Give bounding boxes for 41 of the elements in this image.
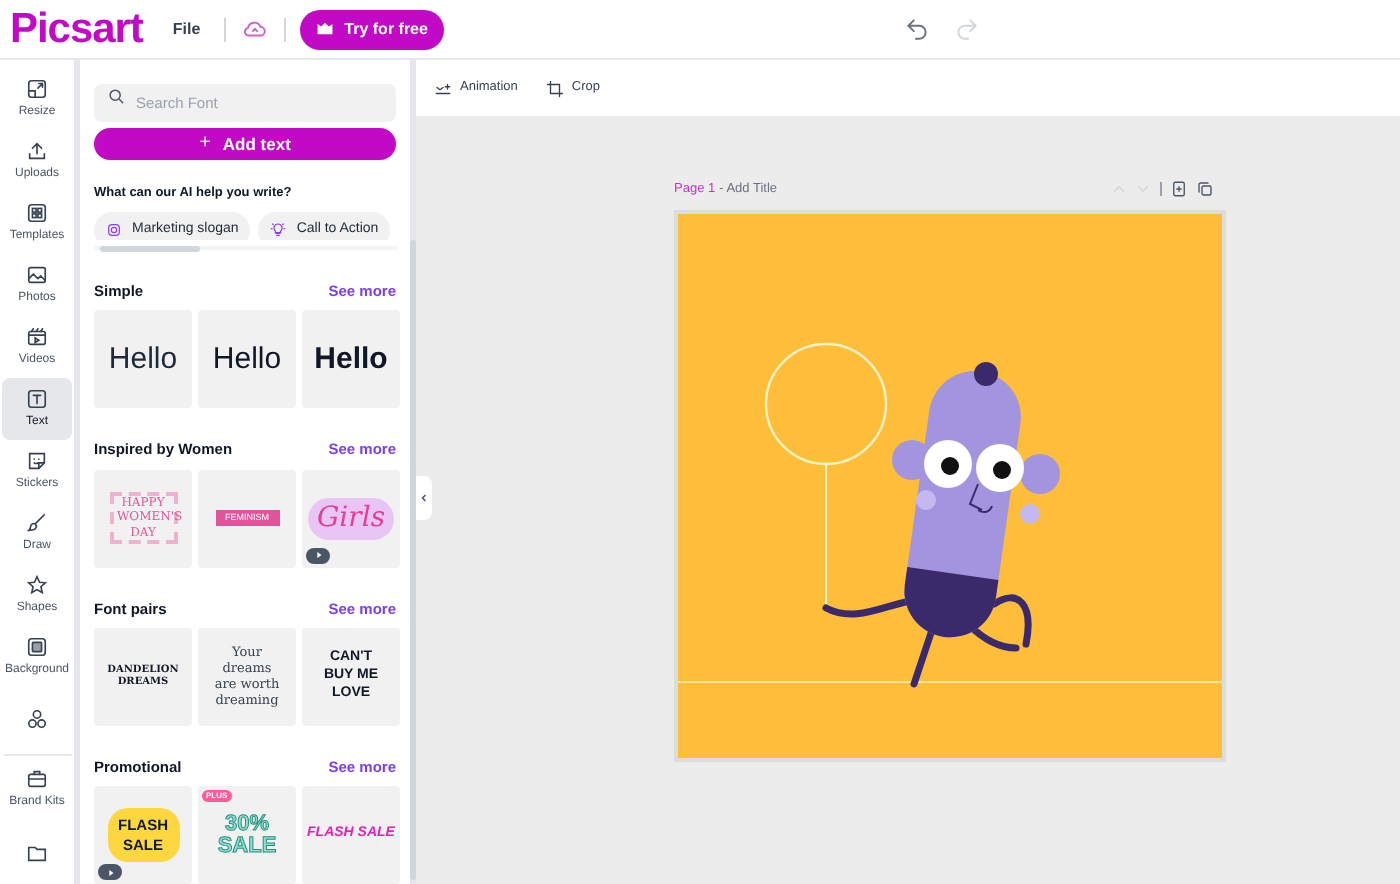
image-icon xyxy=(26,263,48,285)
template-text: 30% SALE xyxy=(215,813,279,857)
lightbulb-icon xyxy=(270,221,287,238)
add-text-button[interactable]: + Add text xyxy=(94,128,396,161)
brush-icon xyxy=(26,511,48,533)
template-text: Girls xyxy=(308,497,393,539)
plus-sign: + xyxy=(199,134,211,155)
text-template-tile[interactable]: Hello xyxy=(302,310,400,409)
duplicate-icon xyxy=(1196,180,1214,199)
folder-icon xyxy=(26,841,48,864)
star-icon xyxy=(26,573,48,595)
collapse-handle[interactable] xyxy=(416,476,432,520)
resize-icon xyxy=(26,77,48,99)
logo[interactable]: Picsart xyxy=(10,8,143,50)
crown-icon xyxy=(316,20,335,38)
crop-icon xyxy=(545,79,564,97)
template-text: Hello xyxy=(212,339,282,379)
search-icon xyxy=(106,85,126,105)
video-icon xyxy=(26,325,48,347)
play-icon xyxy=(105,867,115,877)
chevron-left-icon xyxy=(418,492,430,504)
animation-icon xyxy=(434,79,452,97)
text-template-tile[interactable]: Hello xyxy=(198,310,296,409)
text-template-tile[interactable]: Hello xyxy=(94,310,192,409)
file-menu[interactable]: File xyxy=(172,17,201,41)
upload-icon xyxy=(26,139,48,161)
sticker-icon xyxy=(26,449,48,471)
template-text: Hello xyxy=(314,339,388,379)
pattern-icon xyxy=(26,635,48,657)
cloud-upload-icon xyxy=(242,16,269,42)
briefcase-icon xyxy=(26,768,48,791)
circles-icon xyxy=(26,708,48,730)
templates-icon xyxy=(26,201,48,223)
try-for-free-button[interactable]: Try for free xyxy=(300,9,444,49)
redo-icon xyxy=(954,16,980,42)
camera-icon xyxy=(106,221,122,238)
play-icon xyxy=(313,550,323,560)
text-icon xyxy=(26,387,48,409)
add-page-icon xyxy=(1170,180,1188,199)
undo-icon xyxy=(904,16,930,42)
template-text: Hello xyxy=(108,339,178,379)
